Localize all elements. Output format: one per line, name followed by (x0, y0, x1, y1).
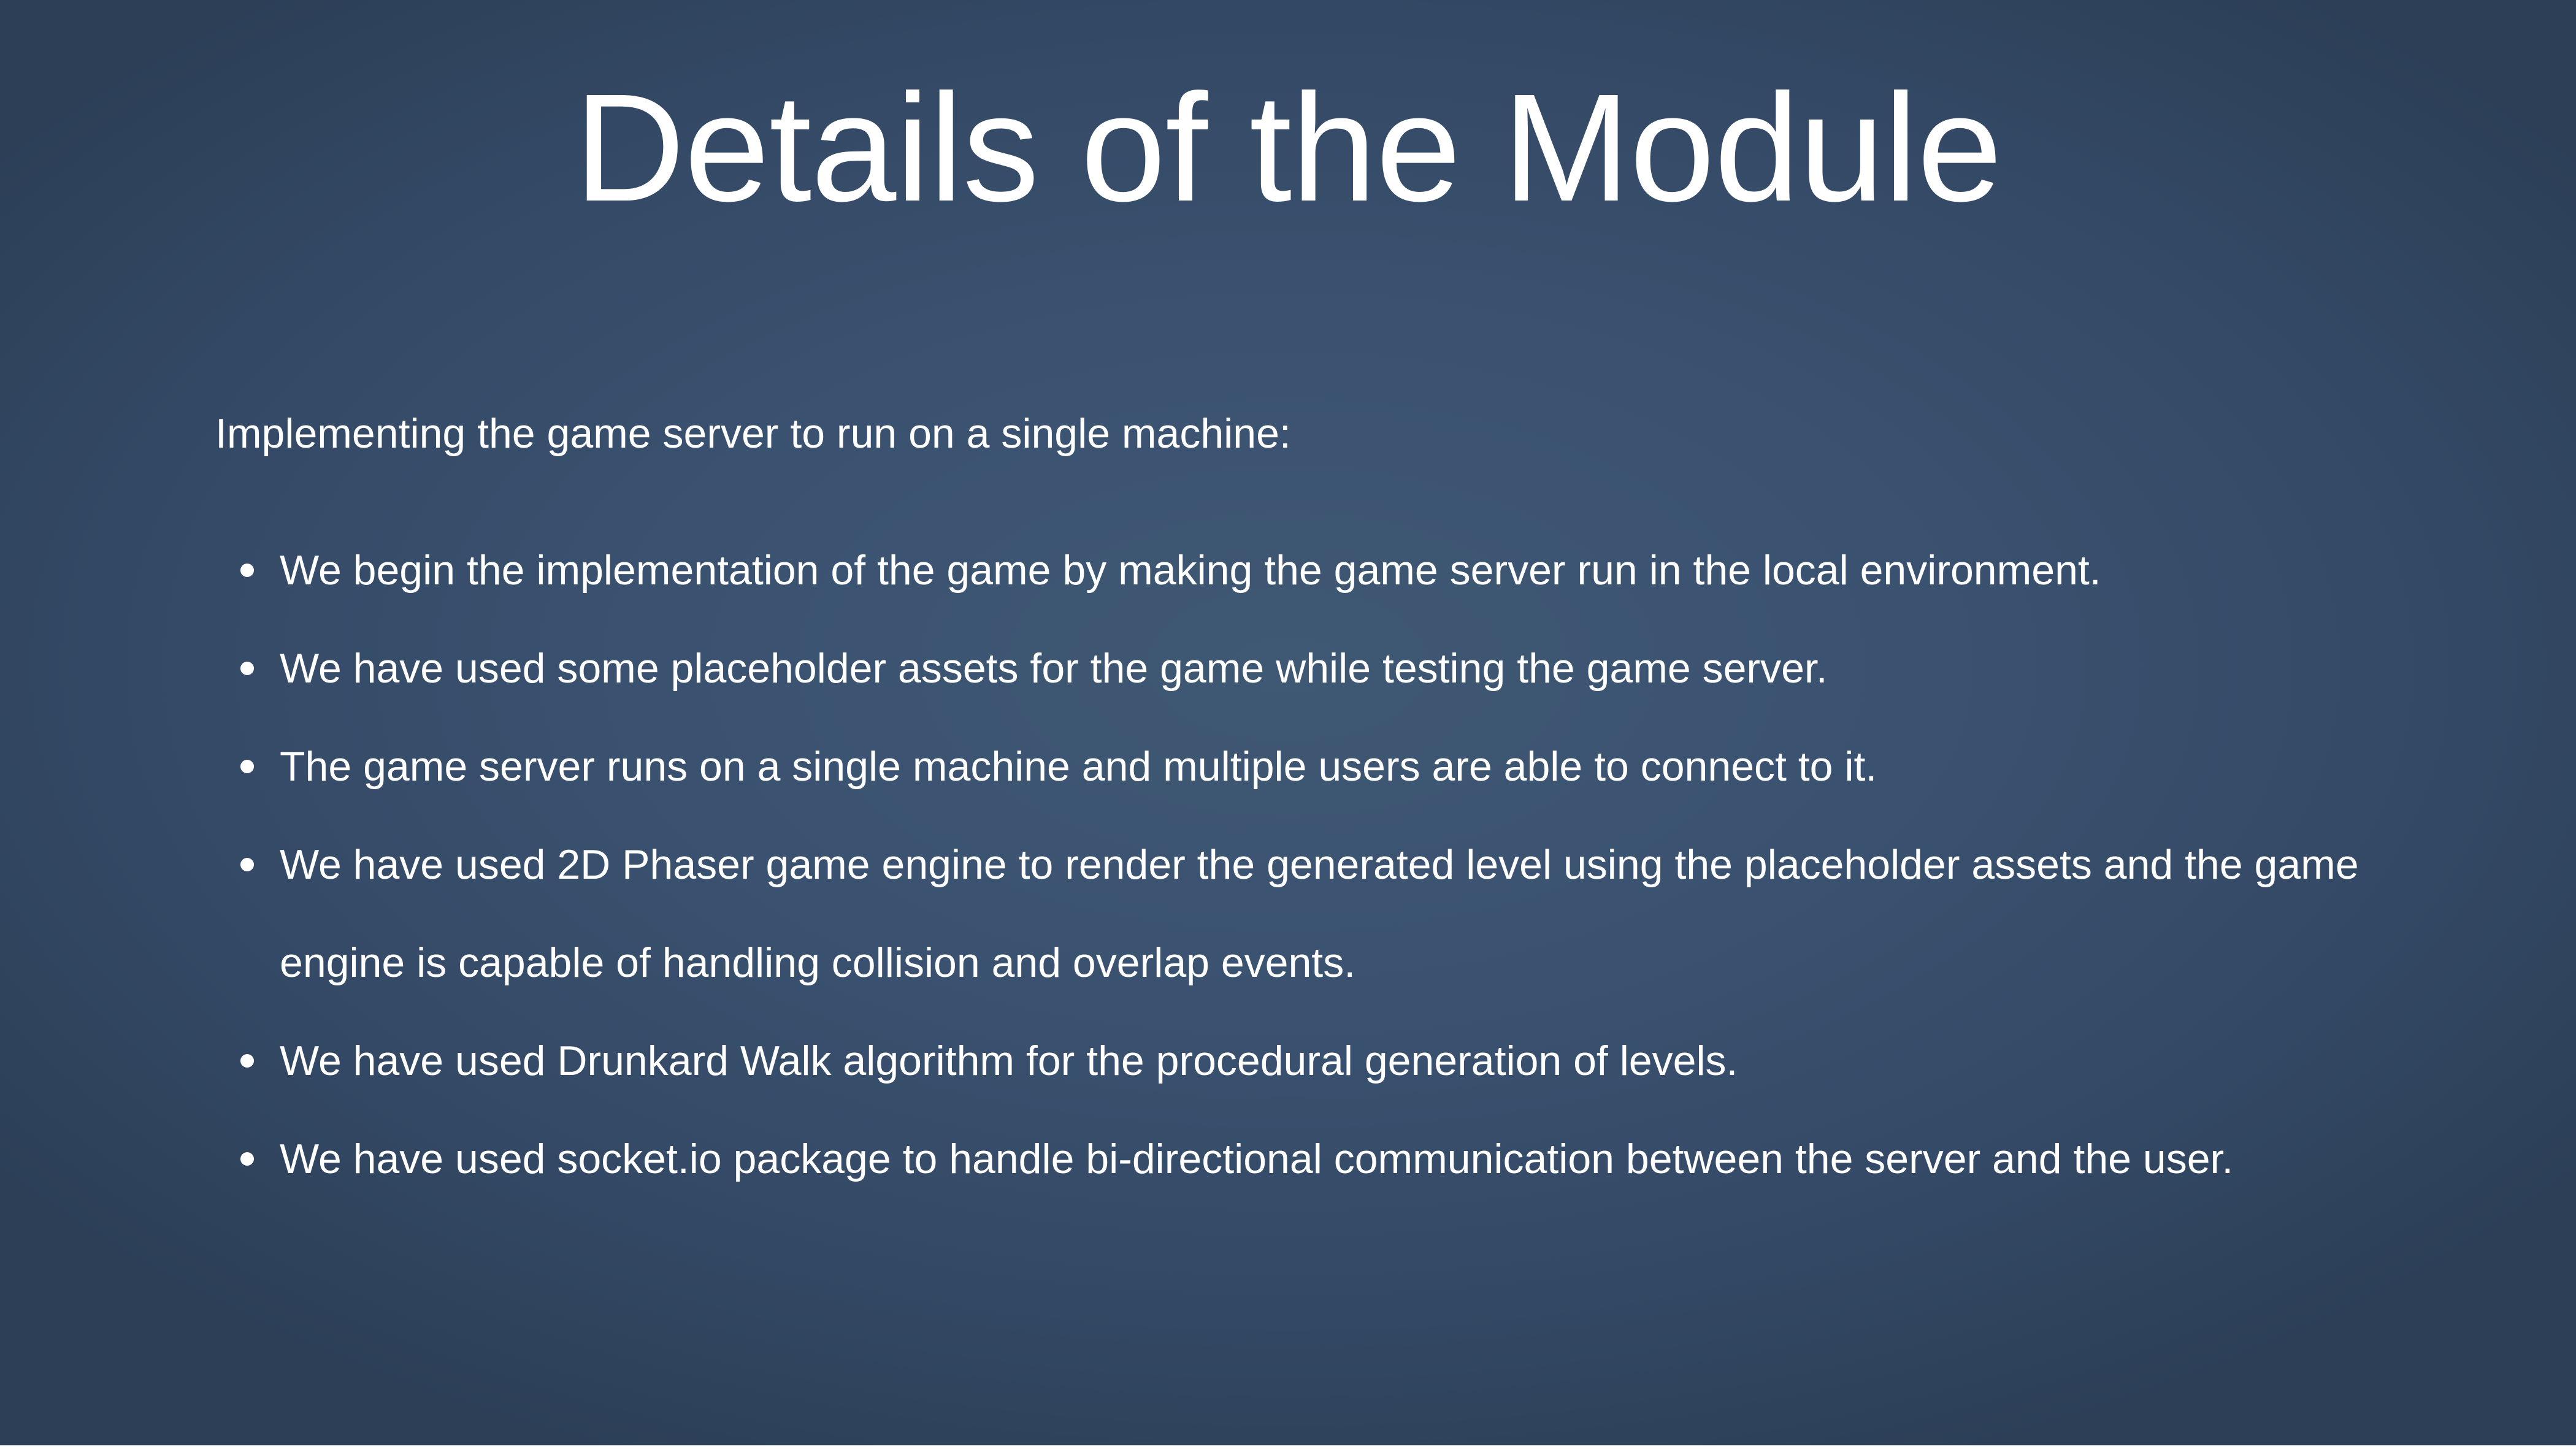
slide: Details of the Module Implementing the g… (0, 0, 2576, 1445)
bullet-text: We have used some placeholder assets for… (280, 645, 1828, 692)
bullet-dot-icon (240, 564, 254, 577)
bullet-item: We have used 2D Phaser game engine to re… (240, 816, 2396, 1012)
bullet-dot-icon (240, 858, 254, 871)
bullet-dot-icon (240, 760, 254, 773)
bullet-dot-icon (240, 1152, 254, 1166)
bullet-text: The game server runs on a single machine… (280, 743, 1877, 790)
bullet-list: We begin the implementation of the game … (240, 521, 2396, 1208)
bullet-item: We have used socket.io package to handle… (240, 1110, 2396, 1208)
bullet-item: We begin the implementation of the game … (240, 521, 2396, 619)
bullet-text: We have used 2D Phaser game engine to re… (280, 841, 2359, 986)
bullet-text: We have used socket.io package to handle… (280, 1136, 2234, 1182)
bullet-text: We have used Drunkard Walk algorithm for… (280, 1038, 1738, 1084)
slide-title: Details of the Module (574, 62, 2003, 233)
bullet-dot-icon (240, 662, 254, 675)
bullet-item: The game server runs on a single machine… (240, 717, 2396, 816)
bullet-dot-icon (240, 1054, 254, 1068)
bullet-text: We begin the implementation of the game … (280, 547, 2101, 594)
intro-text: Implementing the game server to run on a… (215, 410, 1291, 457)
bullet-item: We have used some placeholder assets for… (240, 619, 2396, 717)
bullet-item: We have used Drunkard Walk algorithm for… (240, 1012, 2396, 1110)
